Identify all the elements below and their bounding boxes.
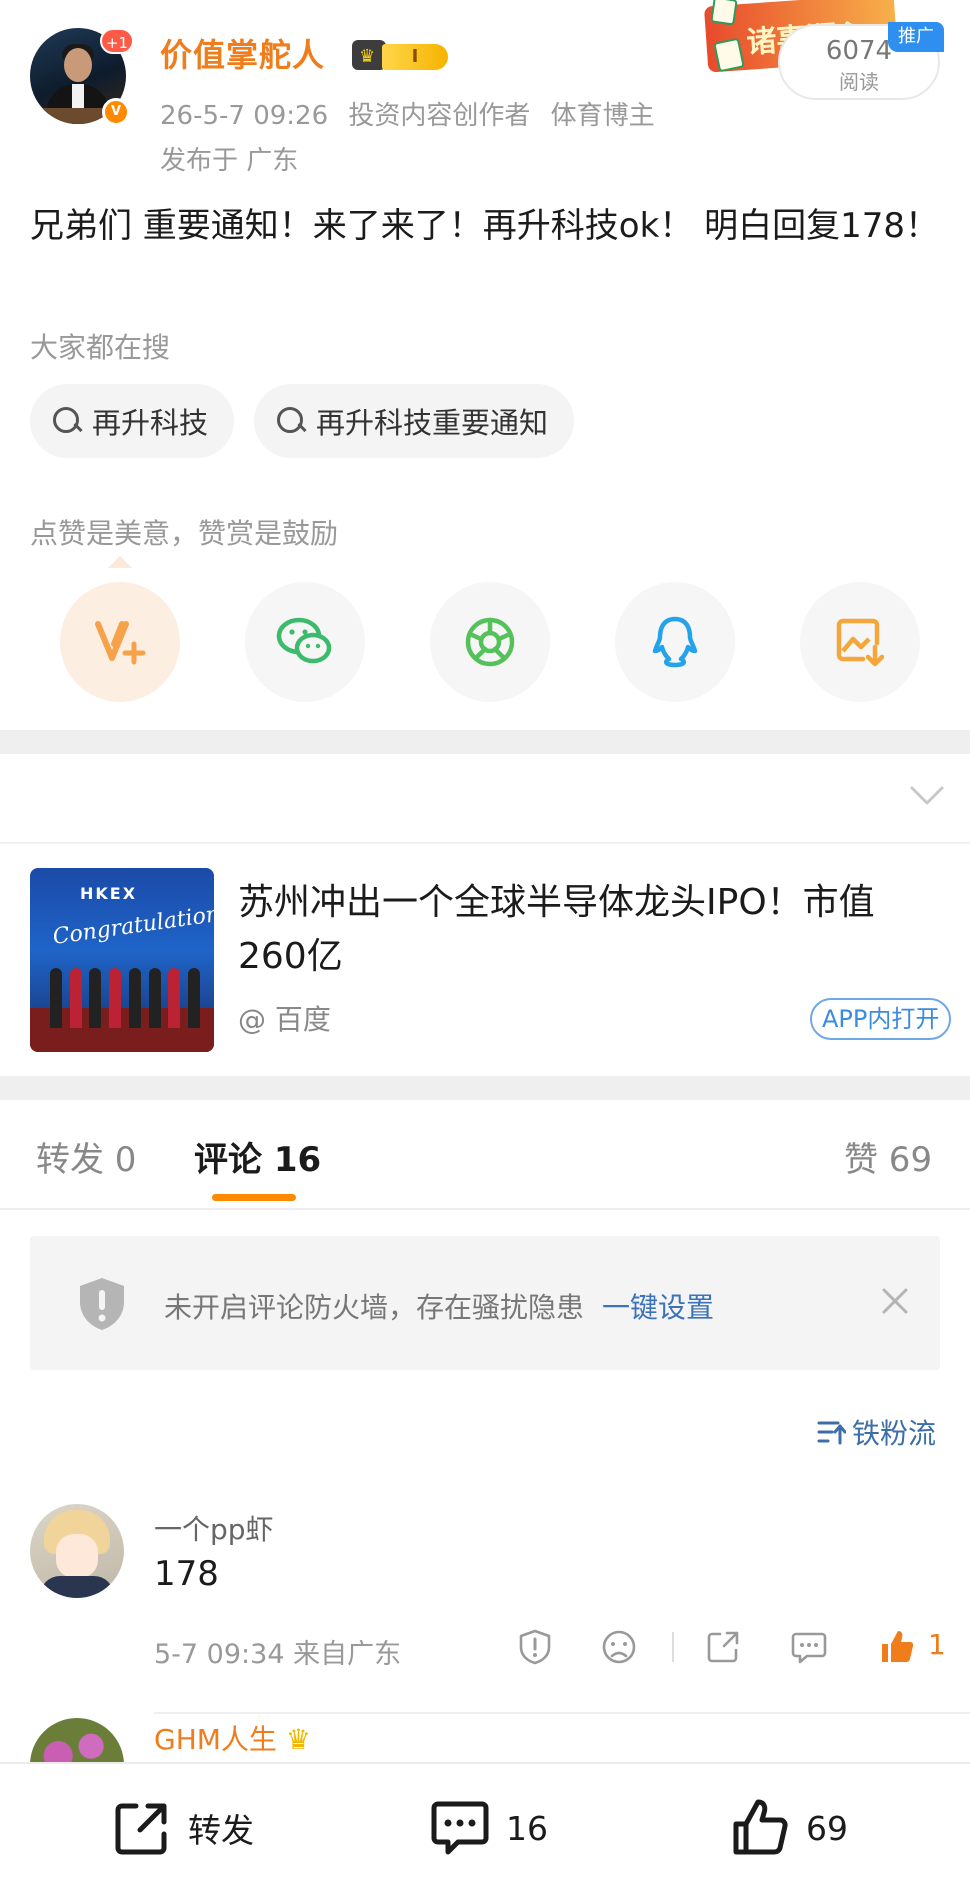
thumbs-up-icon <box>733 1799 788 1855</box>
like-button[interactable]: 69 <box>728 1794 848 1862</box>
wechat-icon <box>276 617 332 664</box>
post-time: 26-5-7 09:26 <box>160 101 329 131</box>
close-icon[interactable] <box>880 1286 910 1316</box>
thumbs-up-icon[interactable] <box>878 1628 916 1666</box>
search-chip[interactable]: 再升科技重要通知 <box>254 384 575 458</box>
comment-meta: 5-7 09:34 来自广东 <box>154 1639 402 1670</box>
section-divider <box>0 730 970 754</box>
card-source: @ 百度 <box>238 1003 331 1036</box>
search-icon <box>274 404 308 438</box>
tab-likes[interactable]: 赞 69 <box>844 1132 932 1181</box>
tab-comments[interactable]: 评论 16 <box>194 1132 321 1181</box>
verified-icon: V <box>102 98 130 126</box>
search-icon <box>50 404 84 438</box>
reward-pointer <box>108 556 132 568</box>
tab-reposts[interactable]: 转发 0 <box>36 1132 136 1181</box>
comment-username[interactable]: GHM人生 ♛ <box>154 1718 311 1758</box>
mahjong-tile-icon <box>710 0 738 26</box>
section-divider <box>0 1076 970 1100</box>
one-click-setup-link[interactable]: 一键设置 <box>602 1291 714 1324</box>
crown-icon: ♛ <box>285 1723 311 1756</box>
reward-button[interactable] <box>60 582 180 702</box>
share-moments-button[interactable] <box>430 582 550 702</box>
follow-plus-badge: +1 <box>100 28 134 54</box>
post-meta: 26-5-7 09:26 投资内容创作者 体育博主 <box>160 95 667 132</box>
comment-like-count: 1 <box>928 1628 946 1661</box>
dislike-icon[interactable] <box>600 1628 638 1666</box>
trending-search-title: 大家都在搜 <box>30 331 171 364</box>
comment-divider <box>154 1712 970 1714</box>
search-chip[interactable]: 再升科技 <box>30 384 235 458</box>
post-content: 兄弟们 重要通知！来了来了！再升科技ok！ 明白回复178！ <box>30 206 940 246</box>
moments-icon <box>465 617 515 667</box>
post-location: 发布于 广东 <box>160 146 299 176</box>
interaction-tabs: 转发 0 评论 16 赞 69 <box>0 1102 970 1208</box>
card-title[interactable]: 苏州冲出一个全球半导体龙头IPO！市值260亿 <box>238 876 938 984</box>
qq-icon <box>652 616 698 668</box>
comment-icon <box>431 1801 489 1855</box>
author-tag: 体育博主 <box>550 101 655 131</box>
share-qq-button[interactable] <box>615 582 735 702</box>
author-name[interactable]: 价值掌舵人 <box>160 30 325 76</box>
save-image-button[interactable] <box>800 582 920 702</box>
tabs-divider <box>0 1208 970 1210</box>
save-image-icon <box>836 618 885 667</box>
bottom-action-bar: 转发 16 69 <box>0 1762 970 1902</box>
open-in-app-button[interactable]: APP内打开 <box>810 998 952 1040</box>
reward-caption: 点赞是美意，赞赏是鼓励 <box>30 517 339 550</box>
author-avatar[interactable]: +1 V <box>30 28 134 126</box>
card-divider <box>0 842 970 844</box>
avatar[interactable] <box>30 1504 124 1598</box>
share-icon[interactable] <box>704 1628 742 1666</box>
repost-button[interactable]: 转发 <box>110 1794 254 1862</box>
comment-actions: 1 <box>516 1624 946 1668</box>
sort-button[interactable]: 铁粉流 <box>816 1412 936 1452</box>
sort-icon <box>817 1421 846 1445</box>
reply-icon[interactable] <box>790 1628 828 1666</box>
chevron-down-icon[interactable] <box>910 786 944 806</box>
repost-icon <box>115 1803 167 1855</box>
reward-icon <box>95 621 146 665</box>
comment-username[interactable]: 一个pp虾 <box>154 1508 274 1548</box>
comment-firewall-notice: 未开启评论防火墙，存在骚扰隐患 一键设置 <box>30 1236 940 1370</box>
member-level-badge[interactable]: ♛ I <box>352 38 450 74</box>
crown-icon: ♛ <box>352 40 386 70</box>
comment-text: 178 <box>154 1554 219 1594</box>
share-row <box>60 582 920 702</box>
comment-button[interactable]: 16 <box>428 1794 548 1862</box>
notice-message: 未开启评论防火墙，存在骚扰隐患 <box>164 1291 585 1324</box>
author-tag: 投资内容创作者 <box>348 101 531 131</box>
report-icon[interactable] <box>516 1628 554 1666</box>
post-header: +1 V 价值掌舵人 ♛ I 26-5-7 09:26 投资内容创作者 体育博主… <box>0 0 970 190</box>
card-thumbnail[interactable]: HKEX Congratulations! <box>30 868 214 1052</box>
promo-widget[interactable]: 诸事顺心 6074 阅读 推广 <box>703 0 944 104</box>
shield-icon <box>80 1278 124 1330</box>
promo-tag: 推广 <box>888 22 944 52</box>
share-wechat-button[interactable] <box>245 582 365 702</box>
trending-search-chips: 再升科技 再升科技重要通知 <box>30 384 575 458</box>
active-tab-indicator <box>212 1194 296 1201</box>
